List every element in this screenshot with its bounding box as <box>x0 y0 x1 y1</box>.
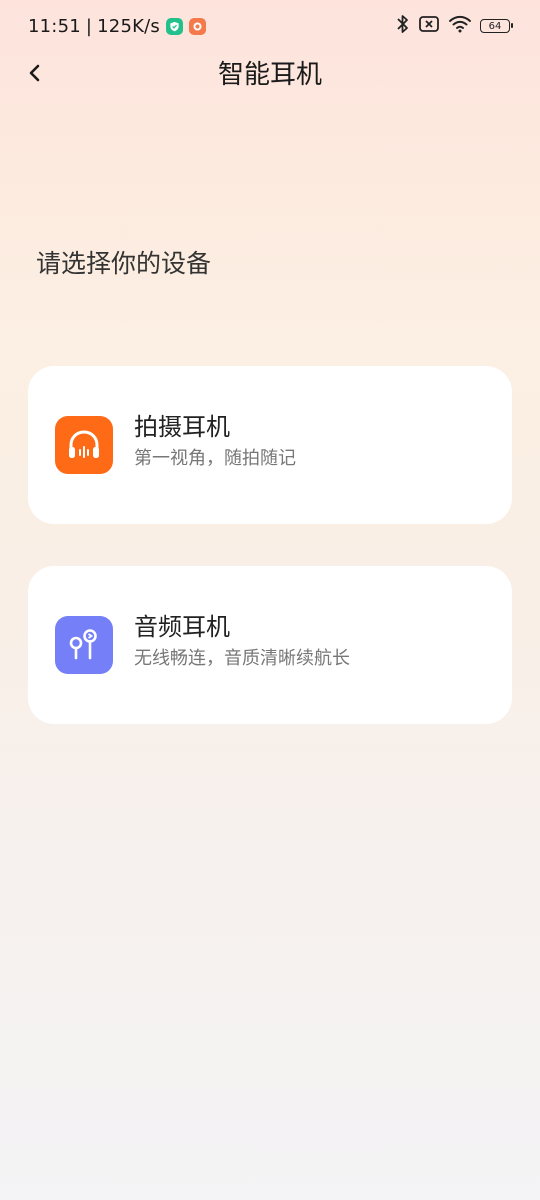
status-left: 11:51 | 125K/s <box>28 14 206 38</box>
no-sim-icon <box>418 15 440 37</box>
battery-icon: 64 <box>480 19 513 33</box>
earbuds-icon <box>55 616 113 674</box>
status-separator: | <box>85 15 93 37</box>
device-card-audio-earphones[interactable]: 音频耳机 无线畅连，音质清晰续航长 <box>28 566 512 724</box>
device-card-camera-earphones[interactable]: 拍摄耳机 第一视角，随拍随记 <box>28 366 512 524</box>
page-title: 智能耳机 <box>217 60 322 90</box>
bluetooth-icon <box>396 14 410 38</box>
status-time: 11:51 <box>28 15 81 37</box>
nav-bar: 智能耳机 <box>0 50 540 100</box>
orange-app-icon <box>188 17 206 35</box>
shield-app-icon <box>165 17 183 35</box>
device-title: 音频耳机 <box>134 613 230 641</box>
status-bar: 11:51 | 125K/s 64 <box>0 0 540 52</box>
device-subtitle: 第一视角，随拍随记 <box>134 448 296 469</box>
wifi-icon <box>448 15 472 37</box>
network-speed: 125K/s <box>97 15 160 37</box>
device-title: 拍摄耳机 <box>134 413 230 441</box>
status-right: 64 <box>388 14 513 38</box>
headphones-icon <box>55 416 113 474</box>
device-subtitle: 无线畅连，音质清晰续航长 <box>134 648 350 669</box>
section-heading: 请选择你的设备 <box>36 249 212 278</box>
battery-level: 64 <box>488 20 502 32</box>
